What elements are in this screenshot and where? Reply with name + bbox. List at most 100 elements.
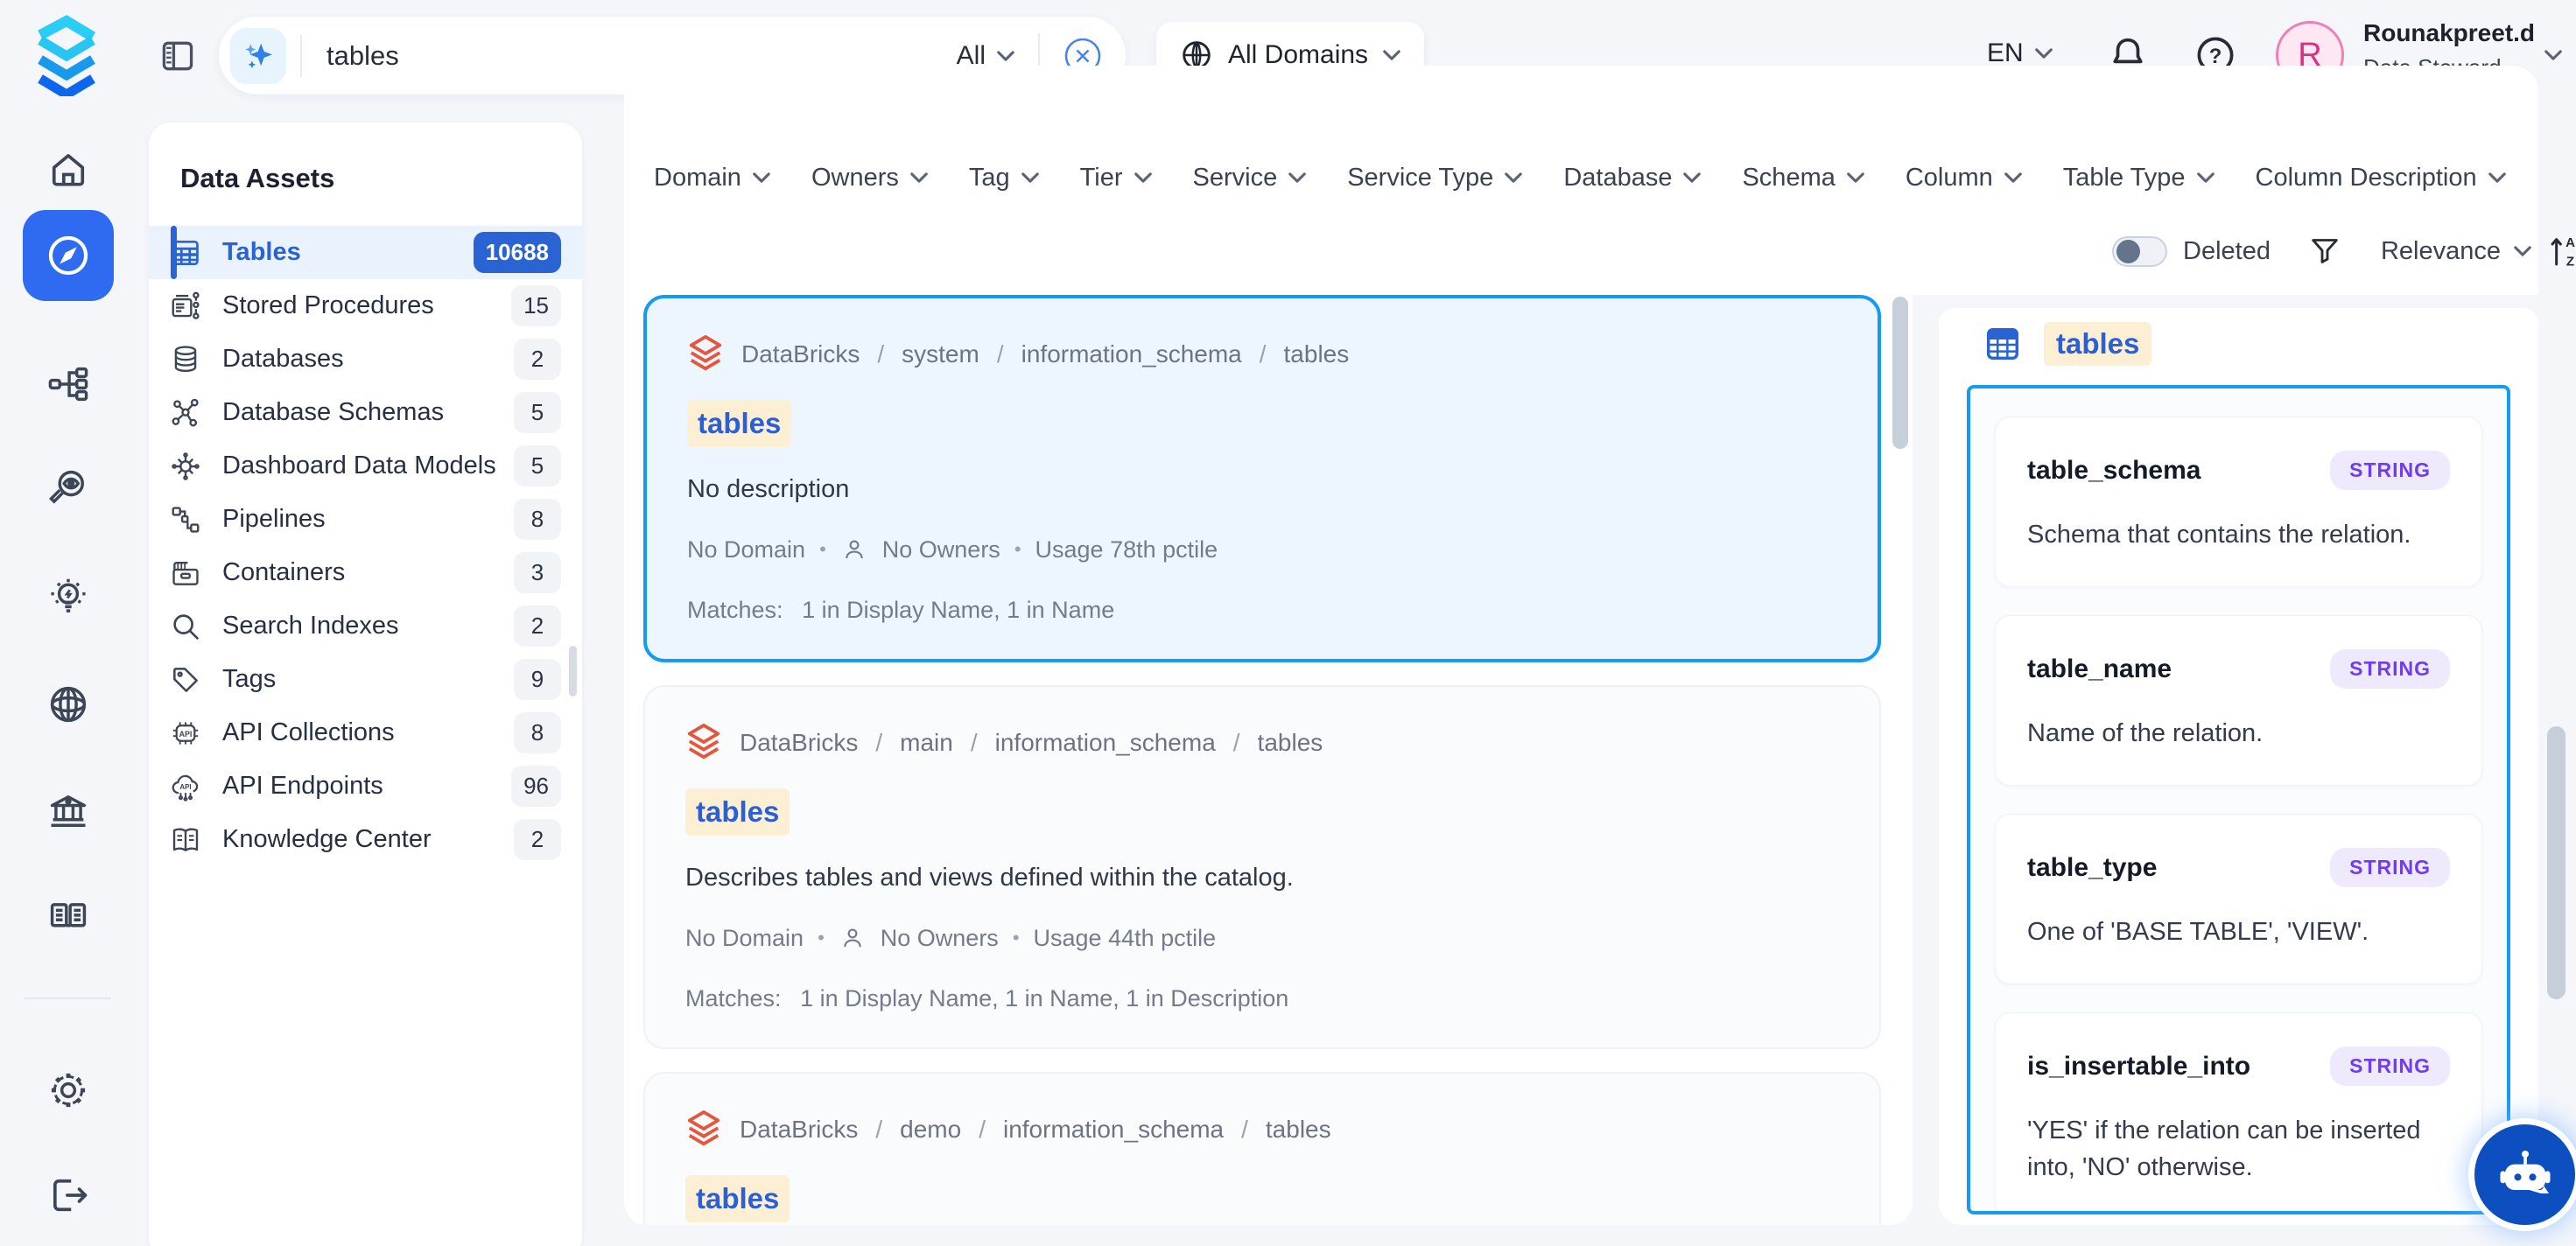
breadcrumb: DataBricks / main / information_schema /… <box>685 722 1839 764</box>
meta-owners: No Owners <box>881 925 999 952</box>
column-card[interactable]: table_name STRING Name of the relation. <box>1995 615 2482 786</box>
chevron-down-icon <box>996 50 1015 62</box>
filter-tier[interactable]: Tier <box>1080 164 1153 192</box>
sidebar-collapse-icon[interactable] <box>158 37 198 75</box>
sidebar-item-api-endpoints[interactable]: API API Endpoints 96 <box>149 760 582 813</box>
crumb-table[interactable]: tables <box>1284 340 1350 368</box>
sidebar-item-label: Dashboard Data Models <box>222 452 496 480</box>
ai-sparkles-icon[interactable] <box>230 28 286 84</box>
crumb-table[interactable]: tables <box>1266 1116 1331 1144</box>
user-menu-chevron-icon[interactable] <box>2544 49 2563 61</box>
crumb-service[interactable]: DataBricks <box>741 340 860 368</box>
result-title-link[interactable]: tables <box>685 1175 790 1222</box>
nav-observability[interactable] <box>0 466 136 511</box>
nav-domains[interactable] <box>0 682 136 727</box>
crumb-service[interactable]: DataBricks <box>740 1116 858 1144</box>
result-meta: No Domain • No Owners • Usage 44th pctil… <box>685 924 1839 952</box>
sidebar-item-tags[interactable]: Tags 9 <box>149 653 582 706</box>
meta-owners: No Owners <box>882 536 1000 564</box>
result-matches: Matches: 1 in Display Name, 1 in Name <box>687 597 1837 624</box>
chevron-down-icon <box>1846 172 1865 184</box>
sidebar-item-label: API Endpoints <box>222 772 383 801</box>
filter-database[interactable]: Database <box>1563 164 1702 192</box>
nav-explore[interactable] <box>0 210 136 301</box>
knowledge-center-icon <box>149 823 222 857</box>
column-card[interactable]: table_schema STRING Schema that contains… <box>1995 416 2482 587</box>
openmetadata-logo-icon[interactable] <box>26 14 107 96</box>
sidebar-item-databases[interactable]: Databases 2 <box>149 332 582 386</box>
nav-settings[interactable] <box>0 1068 136 1113</box>
filter-column[interactable]: Column <box>1906 164 2023 192</box>
result-title-link[interactable]: tables <box>685 788 790 836</box>
results-scrollbar[interactable] <box>1892 297 1908 449</box>
sidebar-item-pipelines[interactable]: Pipelines 8 <box>149 493 582 546</box>
crumb-schema[interactable]: information_schema <box>995 729 1216 757</box>
crumb-schema[interactable]: information_schema <box>1021 340 1242 368</box>
column-description: 'YES' if the relation can be inserted in… <box>2027 1112 2450 1186</box>
nav-home[interactable] <box>0 147 136 192</box>
sidebar-item-search-indexes[interactable]: Search Indexes 2 <box>149 599 582 653</box>
filter-service-type[interactable]: Service Type <box>1347 164 1523 192</box>
assets-panel-scrollbar[interactable] <box>569 646 577 696</box>
sidebar-item-label: Tags <box>222 665 276 694</box>
databricks-service-icon <box>685 1109 722 1151</box>
column-type-badge: STRING <box>2330 1046 2450 1086</box>
nav-lineage[interactable] <box>0 361 136 407</box>
filter-table-type[interactable]: Table Type <box>2063 164 2215 192</box>
column-type-badge: STRING <box>2330 848 2450 887</box>
sidebar-item-api-collections[interactable]: API API Collections 8 <box>149 706 582 760</box>
meta-usage: Usage 44th pctile <box>1034 925 1217 952</box>
sidebar-item-tables[interactable]: Tables 10688 <box>149 226 582 279</box>
result-card[interactable]: DataBricks / demo / information_schema /… <box>643 1072 1881 1225</box>
crumb-table[interactable]: tables <box>1258 729 1323 757</box>
column-card[interactable]: table_type STRING One of 'BASE TABLE', '… <box>1995 814 2482 984</box>
sidebar-item-stored-procedures[interactable]: Stored Procedures 15 <box>149 279 582 332</box>
sidebar-item-knowledge-center[interactable]: Knowledge Center 2 <box>149 813 582 866</box>
nav-governance[interactable] <box>0 788 136 834</box>
column-name: is_insertable_into <box>2027 1052 2250 1082</box>
column-description: Schema that contains the relation. <box>2027 516 2450 553</box>
sidebar-item-containers[interactable]: Containers 3 <box>149 546 582 599</box>
preview-header: tables <box>1983 322 2151 366</box>
deleted-toggle[interactable] <box>2112 236 2167 267</box>
count-badge: 9 <box>514 659 561 700</box>
sidebar-item-label: Search Indexes <box>222 612 399 640</box>
search-divider <box>300 35 302 77</box>
language-dropdown[interactable]: EN <box>1987 38 2053 68</box>
page-scrollbar[interactable] <box>2547 726 2565 999</box>
preview-title-link[interactable]: tables <box>2044 322 2151 366</box>
nav-logout[interactable] <box>0 1172 136 1218</box>
filter-tag[interactable]: Tag <box>969 164 1040 192</box>
owner-person-icon <box>840 536 868 564</box>
left-nav-rail <box>0 111 136 1246</box>
column-type-badge: STRING <box>2330 649 2450 689</box>
nav-insights[interactable] <box>0 575 136 620</box>
nav-glossary[interactable] <box>0 894 136 940</box>
filter-domain[interactable]: Domain <box>654 164 771 192</box>
sidebar-item-label: Tables <box>222 238 301 267</box>
breadcrumb: DataBricks / system / information_schema… <box>687 333 1837 375</box>
filter-schema[interactable]: Schema <box>1742 164 1864 192</box>
sidebar-item-database-schemas[interactable]: Database Schemas 5 <box>149 386 582 439</box>
meta-usage: Usage 78th pctile <box>1035 536 1218 564</box>
sort-dropdown[interactable]: Relevance <box>2381 237 2532 266</box>
sort-direction-icon[interactable]: A Z <box>2546 232 2576 270</box>
crumb-database[interactable]: demo <box>900 1116 961 1144</box>
filter-column-description[interactable]: Column Description <box>2256 164 2507 192</box>
crumb-database[interactable]: system <box>902 340 979 368</box>
crumb-service[interactable]: DataBricks <box>740 729 858 757</box>
chatbot-button[interactable] <box>2474 1124 2575 1225</box>
sidebar-item-label: Knowledge Center <box>222 825 432 854</box>
robot-icon <box>2493 1143 2558 1208</box>
filter-owners[interactable]: Owners <box>811 164 929 192</box>
filter-service[interactable]: Service <box>1193 164 1308 192</box>
filter-funnel-icon[interactable] <box>2307 234 2342 269</box>
entity-preview-panel: tables table_schema STRING Schema that c… <box>1939 308 2538 1225</box>
result-title-link[interactable]: tables <box>687 400 791 447</box>
result-card[interactable]: DataBricks / system / information_schema… <box>643 295 1881 662</box>
crumb-schema[interactable]: information_schema <box>1003 1116 1224 1144</box>
column-card[interactable]: is_insertable_into STRING 'YES' if the r… <box>1995 1012 2482 1214</box>
result-card[interactable]: DataBricks / main / information_schema /… <box>643 685 1881 1049</box>
sidebar-item-dashboard-data-models[interactable]: Dashboard Data Models 5 <box>149 439 582 493</box>
crumb-database[interactable]: main <box>900 729 953 757</box>
